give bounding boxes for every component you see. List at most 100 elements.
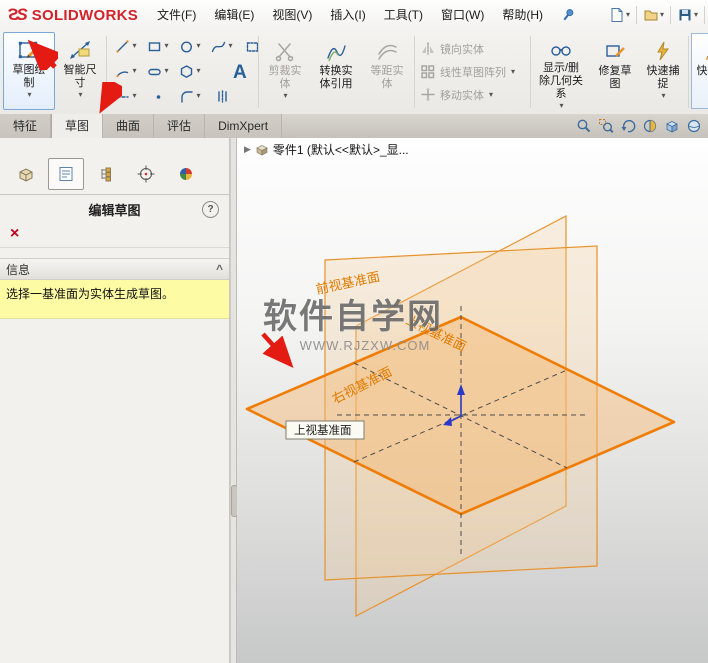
propertymanager-tab[interactable] bbox=[48, 158, 84, 190]
pattern-tools-group: 镜向实体 线性草图阵列 ▾ 移动实体 ▾ bbox=[420, 37, 515, 106]
text-tool-icon: A bbox=[233, 62, 247, 83]
dropdown-icon[interactable]: ▾ bbox=[559, 102, 563, 110]
featuremanager-tab[interactable] bbox=[8, 158, 44, 190]
collapse-icon[interactable]: ^ bbox=[216, 262, 223, 276]
move-entities-button[interactable]: 移动实体 ▾ bbox=[420, 83, 515, 106]
tree-expand-icon[interactable]: ▶ bbox=[244, 144, 251, 155]
repair-sketch-button[interactable]: 修复草图 bbox=[592, 33, 638, 109]
displaymanager-tab[interactable] bbox=[168, 158, 204, 190]
centerline-tool-button[interactable]: ▾ bbox=[110, 84, 142, 108]
dropdown-icon[interactable]: ▾ bbox=[132, 92, 136, 100]
toolbar-separator bbox=[635, 6, 637, 24]
menu-bar: SS SOLIDWORKS 文件(F) 编辑(E) 视图(V) 插入(I) 工具… bbox=[0, 0, 708, 31]
tab-evaluate[interactable]: 评估 bbox=[154, 114, 206, 138]
dropdown-icon[interactable]: ▾ bbox=[132, 42, 136, 50]
new-document-button[interactable]: ▾ bbox=[606, 0, 633, 30]
section-view-icon[interactable] bbox=[642, 118, 658, 134]
dropdown-icon[interactable]: ▾ bbox=[132, 67, 136, 75]
menu-window[interactable]: 窗口(W) bbox=[432, 0, 493, 30]
polygon-tool-button[interactable]: ▾ bbox=[174, 59, 206, 83]
dropdown-icon[interactable]: ▾ bbox=[78, 91, 82, 99]
display-style-icon[interactable] bbox=[686, 118, 702, 134]
dropdown-icon[interactable]: ▾ bbox=[694, 11, 698, 19]
save-button[interactable]: ▾ bbox=[674, 0, 701, 30]
fillet-icon bbox=[181, 90, 194, 103]
dropdown-icon[interactable]: ▾ bbox=[164, 67, 168, 75]
quick-snaps-button[interactable]: 快速捕捉 ▾ bbox=[642, 33, 684, 109]
dropdown-icon[interactable]: ▾ bbox=[164, 42, 168, 50]
menu-edit[interactable]: 编辑(E) bbox=[205, 0, 263, 30]
smart-dimension-button[interactable]: 智能尺寸 ▾ bbox=[58, 32, 102, 110]
tab-dimxpert[interactable]: DimXpert bbox=[205, 114, 283, 138]
linear-pattern-button[interactable]: 线性草图阵列 ▾ bbox=[420, 60, 515, 83]
rapid-sketch-button[interactable]: 快速草图 bbox=[691, 33, 708, 109]
close-button[interactable]: × bbox=[10, 225, 19, 242]
heads-up-view-toolbar bbox=[576, 114, 708, 138]
dropdown-icon[interactable]: ▾ bbox=[228, 42, 232, 50]
mirror-entities-button[interactable]: 镜向实体 bbox=[420, 37, 515, 60]
sketch-button[interactable]: 草图绘制 ▾ bbox=[3, 32, 55, 110]
dropdown-icon[interactable]: ▾ bbox=[196, 67, 200, 75]
view-orientation-icon[interactable] bbox=[664, 118, 680, 134]
zoom-fit-icon[interactable] bbox=[576, 118, 592, 134]
dropdown-icon[interactable]: ▾ bbox=[660, 11, 664, 19]
linear-pattern-icon bbox=[421, 65, 435, 79]
open-document-button[interactable]: ▾ bbox=[640, 0, 667, 30]
graphics-area[interactable]: ▶ 零件1 (默认<<默认>_显... 前视基准面 上视基准面 右视基准面 软件… bbox=[237, 138, 708, 663]
point-tool-button[interactable] bbox=[142, 84, 174, 108]
dropdown-icon[interactable]: ▾ bbox=[661, 92, 665, 100]
info-message: 选择一基准面为实体生成草图。 bbox=[0, 280, 229, 319]
tab-sketch[interactable]: 草图 bbox=[51, 114, 104, 138]
text-tool-button[interactable]: A bbox=[233, 62, 247, 84]
convert-entities-button[interactable]: 转换实体引用 bbox=[310, 33, 362, 109]
polygon-icon bbox=[181, 64, 193, 78]
dropdown-icon[interactable]: ▾ bbox=[27, 91, 31, 99]
dropdown-icon[interactable]: ▾ bbox=[626, 11, 630, 19]
tab-features[interactable]: 特征 bbox=[0, 114, 52, 138]
smart-dimension-label: 智能尺寸 bbox=[63, 64, 97, 89]
dimxpertmanager-tab[interactable] bbox=[128, 158, 164, 190]
arc-tool-button[interactable]: ▾ bbox=[110, 59, 142, 83]
property-manager-panel: 编辑草图 ? × 信息 ^ 选择一基准面为实体生成草图。 bbox=[0, 138, 230, 663]
move-entities-icon bbox=[421, 87, 435, 102]
menu-help[interactable]: 帮助(H) bbox=[493, 0, 552, 30]
offset-entities-button[interactable]: 等距实体 bbox=[364, 33, 410, 109]
menu-view[interactable]: 视图(V) bbox=[263, 0, 321, 30]
dropdown-icon[interactable]: ▾ bbox=[489, 90, 493, 99]
manager-tab-strip bbox=[0, 138, 229, 195]
dropdown-icon[interactable]: ▾ bbox=[196, 92, 200, 100]
line-tool-button[interactable]: ▾ bbox=[110, 34, 142, 58]
fillet-tool-button[interactable]: ▾ bbox=[174, 84, 206, 108]
dimxpertmanager-icon bbox=[137, 165, 155, 183]
spline-tool-button[interactable]: ▾ bbox=[206, 34, 238, 58]
display-delete-relations-label: 显示/删除几何关系 bbox=[539, 62, 583, 100]
circle-tool-button[interactable]: ▾ bbox=[174, 34, 206, 58]
dropdown-icon[interactable]: ▾ bbox=[196, 42, 200, 50]
sketch-label: 草图绘制 bbox=[12, 64, 46, 89]
slot-tool-button[interactable]: ▾ bbox=[142, 59, 174, 83]
dropdown-icon[interactable]: ▾ bbox=[283, 92, 287, 100]
menu-tools[interactable]: 工具(T) bbox=[375, 0, 432, 30]
menu-insert[interactable]: 插入(I) bbox=[321, 0, 374, 30]
menu-file[interactable]: 文件(F) bbox=[148, 0, 205, 30]
arc-icon bbox=[116, 70, 129, 77]
info-group-header[interactable]: 信息 ^ bbox=[0, 258, 229, 280]
zoom-area-icon[interactable] bbox=[598, 118, 614, 134]
line-icon bbox=[116, 39, 130, 53]
previous-view-icon[interactable] bbox=[620, 118, 636, 134]
tab-surfaces[interactable]: 曲面 bbox=[103, 114, 155, 138]
configurationmanager-tab[interactable] bbox=[88, 158, 124, 190]
display-delete-relations-button[interactable]: 显示/删除几何关系 ▾ bbox=[534, 33, 588, 111]
dropdown-icon[interactable]: ▾ bbox=[511, 67, 515, 76]
trim-entities-button[interactable]: 剪裁实体 ▾ bbox=[262, 33, 308, 109]
panel-splitter[interactable] bbox=[230, 138, 238, 663]
rectangle-tool-button[interactable]: ▾ bbox=[142, 34, 174, 58]
main-area: 编辑草图 ? × 信息 ^ 选择一基准面为实体生成草图。 ▶ 零件1 (默认<<… bbox=[0, 138, 708, 663]
ribbon-separator bbox=[258, 36, 259, 108]
pin-menu-icon[interactable] bbox=[560, 7, 576, 23]
propertymanager-icon bbox=[59, 167, 73, 181]
ribbon-separator bbox=[106, 36, 107, 108]
feature-tree-root[interactable]: 零件1 (默认<<默认>_显... bbox=[273, 141, 409, 158]
mirror-tool-button[interactable] bbox=[206, 84, 238, 108]
help-icon[interactable]: ? bbox=[202, 200, 219, 218]
